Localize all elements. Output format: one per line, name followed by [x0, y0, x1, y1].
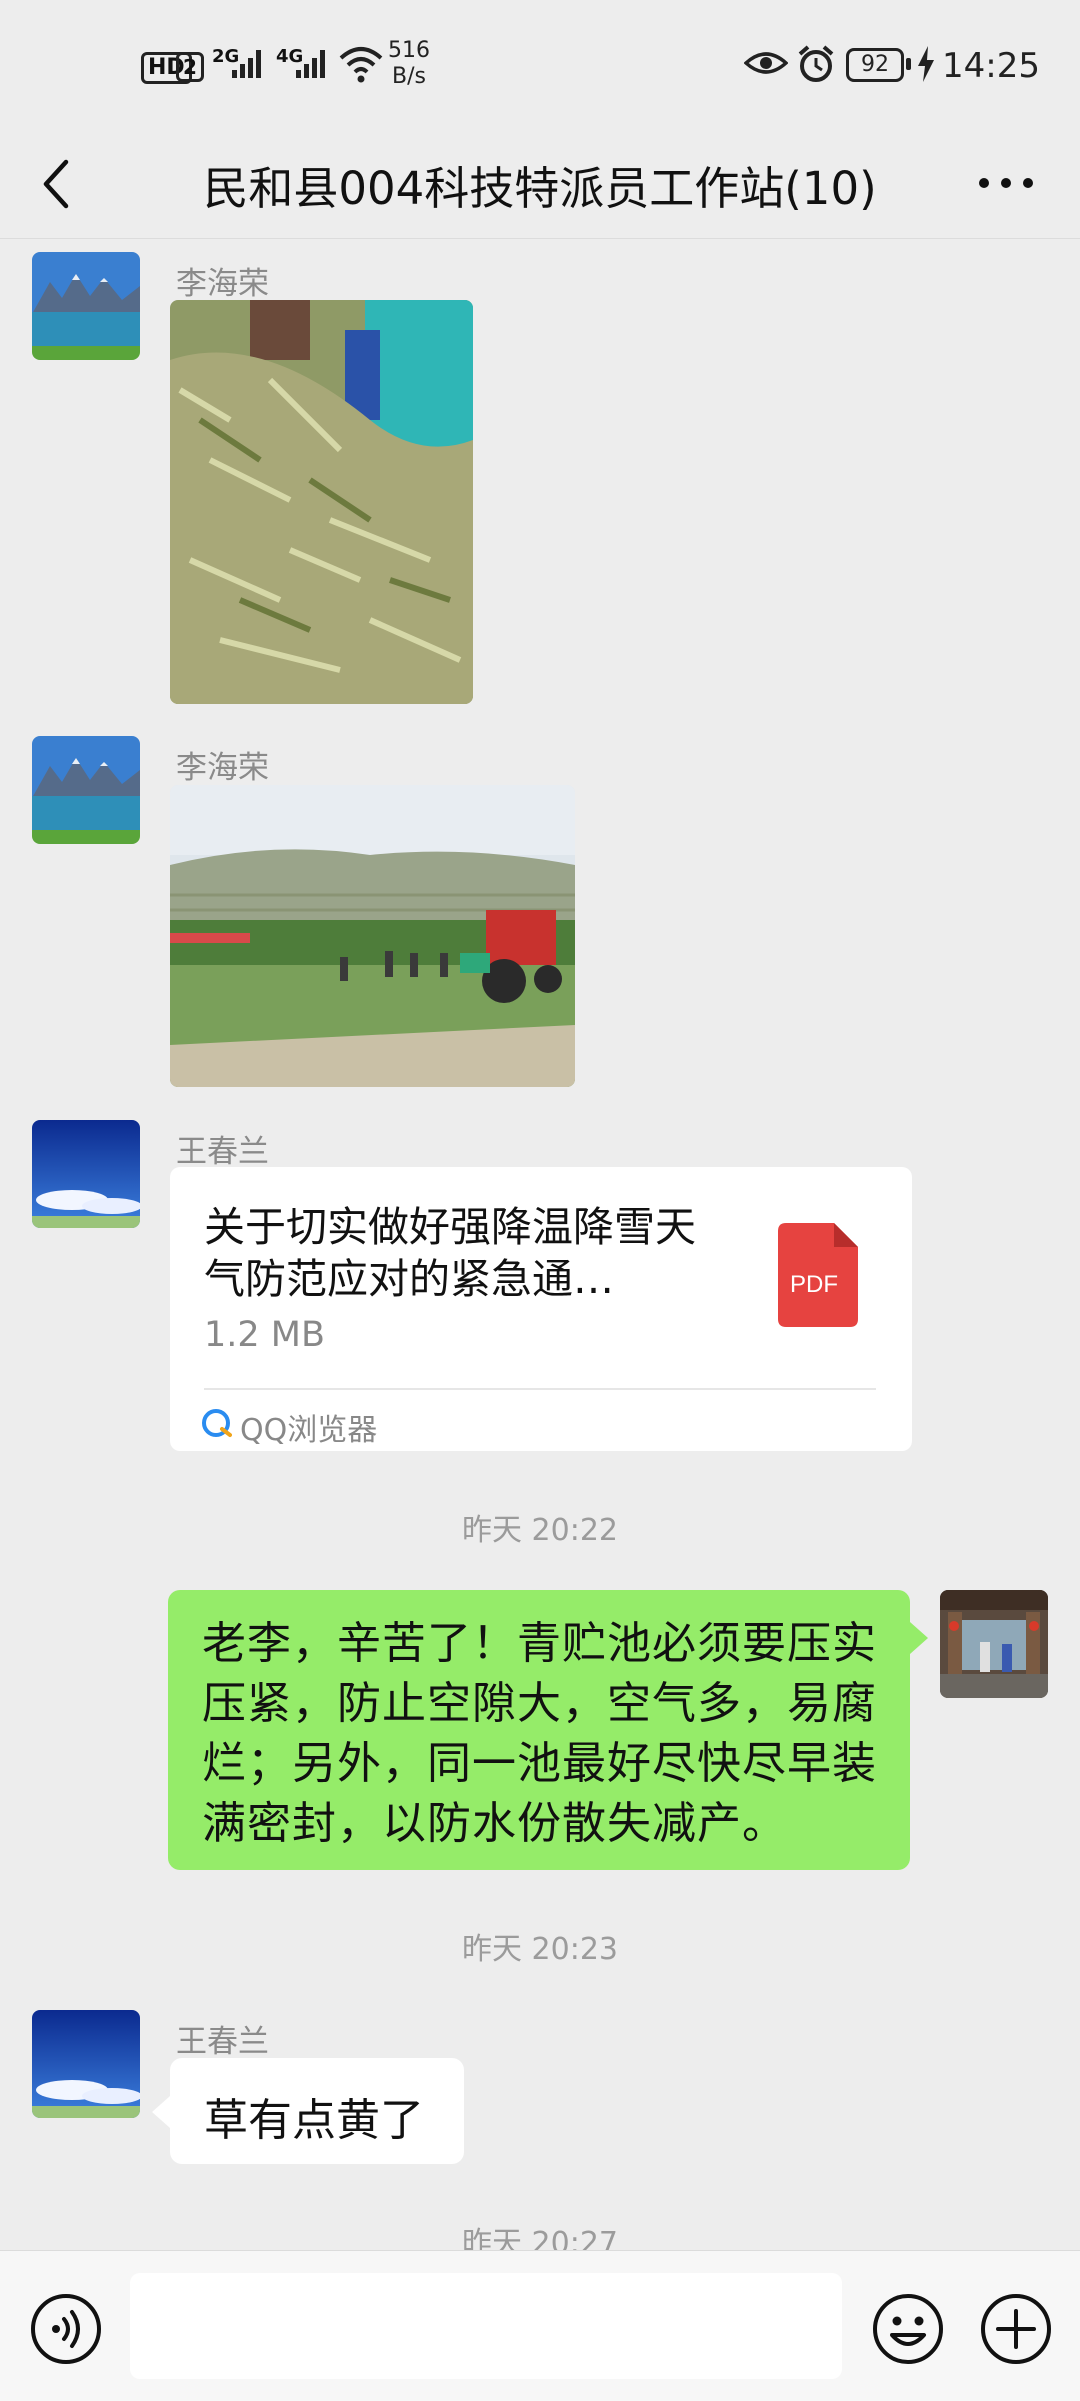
- outgoing-message-bubble[interactable]: 老李，辛苦了！青贮池必须要压实压紧，防止空隙大，空气多，易腐烂；另外，同一池最好…: [168, 1590, 910, 1870]
- sim-badge: 2: [176, 52, 204, 82]
- avatar[interactable]: [32, 1120, 140, 1228]
- timestamp: 昨天 20:23: [462, 1932, 618, 1967]
- sender-name: 李海荣: [176, 266, 269, 302]
- charging-bolt-icon: [918, 46, 934, 82]
- sender-name: 李海荣: [176, 750, 269, 786]
- more-dots-icon[interactable]: [976, 170, 1036, 196]
- network-speed-unit: B/s: [392, 64, 426, 89]
- avatar[interactable]: [32, 736, 140, 844]
- sender-name: 王春兰: [176, 1134, 269, 1170]
- voice-icon[interactable]: [28, 2291, 104, 2367]
- signal-icon: [232, 50, 261, 78]
- sender-name: 王春兰: [176, 2024, 269, 2060]
- status-bar: HD 2 2G 4G 516 B/s 92 14:25: [0, 0, 1080, 130]
- back-button[interactable]: [36, 154, 76, 214]
- battery-nub: [906, 58, 911, 70]
- message-input[interactable]: [130, 2273, 842, 2379]
- message-text: 老李，辛苦了！青贮池必须要压实压紧，防止空隙大，空气多，易腐烂；另外，同一池最好…: [202, 1618, 877, 1849]
- self-avatar[interactable]: [940, 1590, 1048, 1698]
- pdf-file-icon: PDF: [778, 1223, 858, 1327]
- chat-header: 民和县004科技特派员工作站(10): [0, 130, 1080, 239]
- wifi-icon: [339, 47, 383, 83]
- file-size: 1.2 MB: [204, 1315, 325, 1355]
- avatar[interactable]: [32, 2010, 140, 2118]
- image-message[interactable]: [170, 300, 473, 704]
- chat-title[interactable]: 民和县004科技特派员工作站(10): [180, 152, 900, 217]
- emoji-icon[interactable]: [870, 2291, 946, 2367]
- qq-browser-icon: [202, 1409, 232, 1437]
- pdf-badge-label: PDF: [790, 1271, 838, 1298]
- eye-icon: [744, 52, 788, 74]
- timestamp: 昨天 20:22: [462, 1513, 618, 1548]
- clock: 14:25: [942, 46, 1040, 86]
- plus-icon[interactable]: [978, 2291, 1054, 2367]
- file-source-app: QQ浏览器: [240, 1413, 378, 1448]
- alarm-icon: [798, 45, 834, 82]
- input-bar: [0, 2250, 1080, 2401]
- incoming-message-bubble[interactable]: 草有点黄了: [170, 2058, 464, 2164]
- bubble-tail: [152, 2096, 170, 2128]
- message-text: 草有点黄了: [204, 2095, 424, 2146]
- network-speed: 516 B/s: [388, 38, 430, 90]
- divider: [204, 1388, 876, 1390]
- file-title: 关于切实做好强降温降雪天气防范应对的紧急通…: [204, 1203, 696, 1303]
- file-message-card[interactable]: 关于切实做好强降温降雪天气防范应对的紧急通… 1.2 MB PDF QQ浏览器: [170, 1167, 912, 1451]
- network-speed-value: 516: [388, 38, 430, 63]
- image-message[interactable]: [170, 785, 575, 1087]
- bubble-tail: [910, 1622, 928, 1654]
- avatar[interactable]: [32, 252, 140, 360]
- signal-icon: [296, 50, 325, 78]
- battery-indicator: 92: [846, 48, 904, 82]
